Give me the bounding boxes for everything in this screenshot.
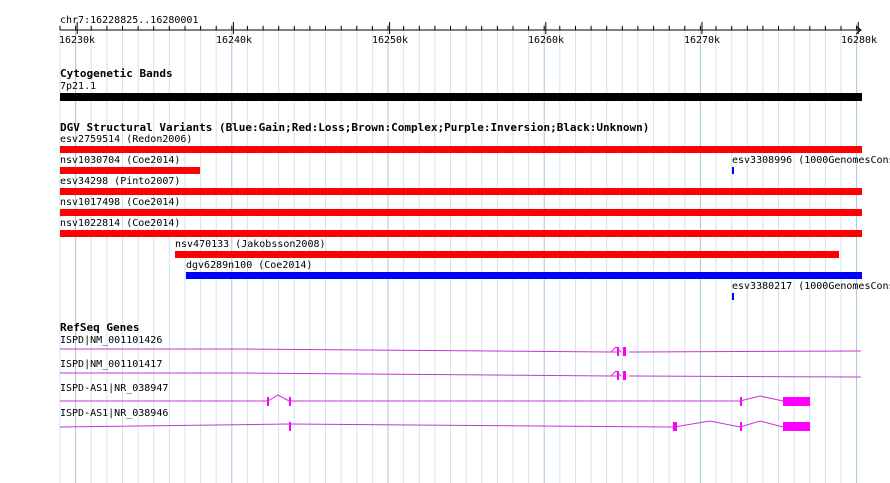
dgv-feature-bar[interactable] [60, 188, 862, 195]
dgv-feature-label: nsv1017498 (Coe2014) [60, 197, 181, 208]
ruler-tick-label: 16280k [840, 35, 878, 46]
genome-browser: chr7:16228825..16280001 16230k 16240k 16… [0, 0, 890, 483]
gene-label: ISPD-AS1|NR_038947 [60, 383, 169, 394]
ruler-tick-label: 16250k [371, 35, 409, 46]
dgv-feature-bar[interactable] [60, 230, 862, 237]
dgv-feature-label: nsv470133 (Jakobsson2008) [175, 239, 326, 250]
cytoband-bar[interactable] [60, 93, 862, 101]
dgv-feature-bar[interactable] [186, 272, 862, 279]
ruler-tick-label: 16240k [215, 35, 253, 46]
dgv-feature-label: esv3308996 (1000GenomesCons [732, 155, 890, 166]
cytoband-label: 7p21.1 [60, 81, 97, 92]
dgv-feature-bar[interactable] [60, 209, 862, 216]
dgv-feature-bar[interactable] [175, 251, 839, 258]
ruler-tick-label: 16270k [683, 35, 721, 46]
dgv-feature-label: esv3380217 (1000GenomesCons [732, 281, 890, 292]
gene-label: ISPD|NM_001101426 [60, 335, 163, 346]
gene-label: ISPD-AS1|NR_038946 [60, 408, 169, 419]
dgv-feature-bar[interactable] [60, 167, 200, 174]
ruler-tick-label: 16230k [58, 35, 96, 46]
ruler-axis [59, 22, 862, 35]
dgv-feature-bar[interactable] [60, 146, 862, 153]
dgv-track-title: DGV Structural Variants (Blue:Gain;Red:L… [60, 121, 650, 134]
gene-label: ISPD|NM_001101417 [60, 359, 163, 370]
ruler-tick-label: 16260k [527, 35, 565, 46]
refseq-track-title: RefSeq Genes [60, 321, 140, 334]
dgv-feature-label: nsv1030704 (Coe2014) [60, 155, 181, 166]
dgv-feature-bar[interactable] [732, 167, 734, 174]
dgv-feature-label: esv2759514 (Redon2006) [60, 134, 193, 145]
dgv-feature-bar[interactable] [732, 293, 734, 300]
dgv-feature-label: dgv6289n100 (Coe2014) [186, 260, 313, 271]
dgv-feature-label: esv34298 (Pinto2007) [60, 176, 181, 187]
dgv-feature-label: nsv1022814 (Coe2014) [60, 218, 181, 229]
cytoband-track-title: Cytogenetic Bands [60, 67, 173, 80]
